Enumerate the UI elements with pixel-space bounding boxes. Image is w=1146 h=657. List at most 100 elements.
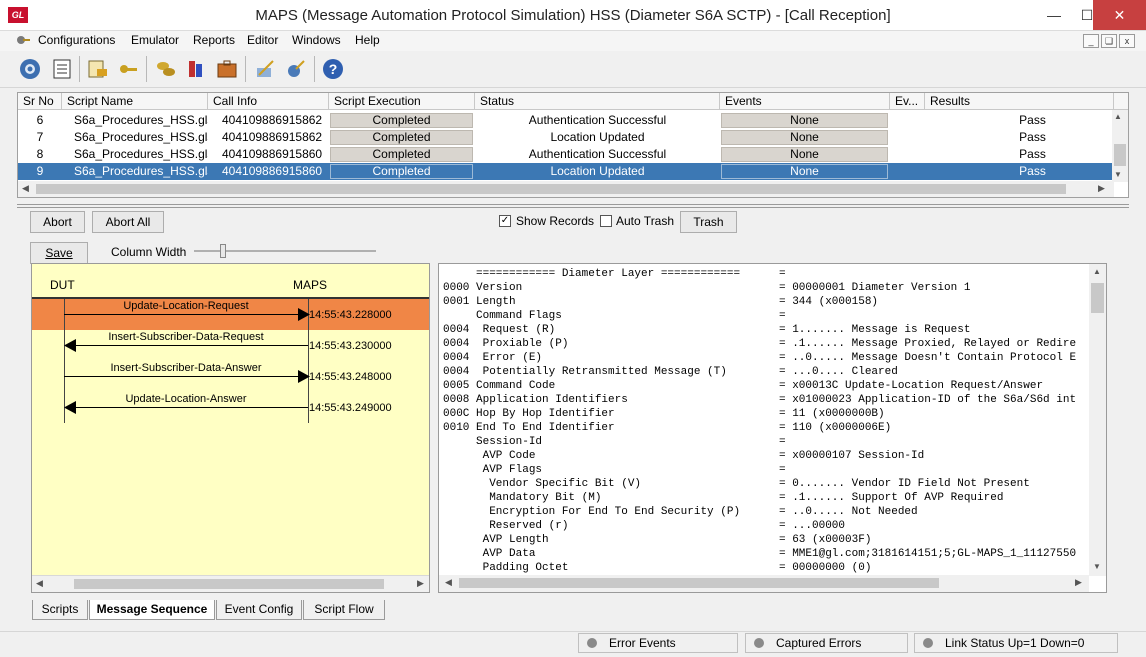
decode-line[interactable]: 0010 End To End Identifier = 110 (x000000… (443, 422, 891, 436)
decode-line[interactable]: AVP Flags = (443, 464, 786, 478)
cell-sr-no: 6 (36, 113, 44, 127)
menu-windows[interactable]: Windows (292, 33, 341, 47)
menu-reports[interactable]: Reports (193, 33, 235, 47)
cell-script-name: S6a_Procedures_HSS.gls (74, 147, 208, 161)
column-width-slider-thumb[interactable] (220, 244, 226, 258)
menu-editor[interactable]: Editor (247, 33, 278, 47)
scroll-up-icon[interactable]: ▲ (1093, 267, 1101, 276)
decode-line[interactable]: ============ Diameter Layer ============… (443, 268, 786, 282)
auto-trash-checkbox[interactable] (600, 215, 612, 227)
decode-vertical-scrollbar[interactable]: ▲ ▼ (1089, 264, 1106, 576)
decode-line[interactable]: 0008 Application Identifiers = x01000023 … (443, 394, 1076, 408)
cell-events[interactable]: None (721, 113, 888, 128)
database-icon[interactable] (182, 55, 210, 83)
message-label[interactable]: Insert-Subscriber-Data-Request (56, 331, 316, 343)
cell-script-execution[interactable]: Completed (330, 130, 473, 145)
key-icon[interactable] (114, 55, 142, 83)
scroll-right-icon[interactable]: ▶ (1098, 183, 1105, 194)
col-events[interactable]: Events (720, 93, 890, 110)
panel-splitter[interactable] (17, 204, 1129, 208)
notepad-icon[interactable] (48, 55, 76, 83)
col-script-execution[interactable]: Script Execution (329, 93, 475, 110)
decode-line[interactable]: AVP Code = x00000107 Session-Id (443, 450, 925, 464)
close-button[interactable]: ✕ (1093, 0, 1146, 30)
sequence-horizontal-scrollbar[interactable]: ◀ ▶ (32, 575, 429, 592)
decode-line[interactable]: Encryption For End To End Security (P) = … (443, 506, 917, 520)
col-sr-no[interactable]: Sr No (18, 93, 62, 110)
wand-icon[interactable] (251, 55, 279, 83)
cell-script-execution[interactable]: Completed (330, 113, 473, 128)
cell-events[interactable]: None (721, 147, 888, 162)
tab-event-config[interactable]: Event Config (216, 600, 302, 620)
child-restore-button[interactable]: ❏ (1101, 34, 1117, 48)
tab-scripts[interactable]: Scripts (32, 600, 88, 620)
col-script-name[interactable]: Script Name (62, 93, 208, 110)
trash-button[interactable]: Trash (680, 211, 737, 233)
menu-configurations[interactable]: Configurations (38, 33, 115, 47)
decode-line[interactable]: AVP Length = 63 (x00003F) (443, 534, 872, 548)
table-row[interactable]: 6 S6a_Procedures_HSS.gls 404109886915862… (18, 112, 1114, 129)
table-row[interactable]: 8 S6a_Procedures_HSS.gls 404109886915860… (18, 146, 1114, 163)
scroll-left-icon[interactable]: ◀ (22, 183, 29, 194)
decode-line[interactable]: 0005 Command Code = x00013C Update-Locati… (443, 380, 1043, 394)
briefcase-icon[interactable] (213, 55, 241, 83)
help-icon[interactable]: ? (319, 55, 347, 83)
gear-icon[interactable] (16, 55, 44, 83)
decode-line[interactable]: 0001 Length = 344 (x000158) (443, 296, 878, 310)
abort-button[interactable]: Abort (30, 211, 85, 233)
decode-line[interactable]: Command Flags = (443, 310, 786, 324)
message-label[interactable]: Update-Location-Request (56, 300, 316, 312)
link-status: Link Status Up=1 Down=0 (914, 633, 1118, 653)
decode-horizontal-scrollbar[interactable]: ◀ ▶ (439, 575, 1089, 592)
cell-script-execution[interactable]: Completed (330, 164, 473, 179)
decode-line[interactable]: Vendor Specific Bit (V) = 0....... Vendor… (443, 478, 1030, 492)
table-horizontal-scrollbar[interactable]: ◀ ▶ (18, 181, 1114, 197)
menu-emulator[interactable]: Emulator (131, 33, 179, 47)
show-records-checkbox[interactable]: ✓ (499, 215, 511, 227)
child-minimize-button[interactable]: _ (1083, 34, 1099, 48)
scroll-left-icon[interactable]: ◀ (445, 577, 452, 588)
scroll-down-icon[interactable]: ▼ (1114, 170, 1122, 179)
table-row-selected[interactable]: 9 S6a_Procedures_HSS.gls 404109886915860… (18, 163, 1114, 180)
abort-all-button[interactable]: Abort All (92, 211, 164, 233)
tab-message-sequence[interactable]: Message Sequence (89, 600, 215, 620)
decode-line[interactable]: Mandatory Bit (M) = .1...... Support Of A… (443, 492, 1003, 506)
col-ev[interactable]: Ev... (890, 93, 925, 110)
child-close-button[interactable]: x (1119, 34, 1135, 48)
col-call-info[interactable]: Call Info (208, 93, 329, 110)
scroll-right-icon[interactable]: ▶ (417, 578, 424, 589)
decode-line[interactable]: AVP Data = MME1@gl.com;3181614151;5;GL-MA… (443, 548, 1076, 562)
coins-icon[interactable] (152, 55, 180, 83)
decode-line[interactable]: 0004 Error (E) = ..0..... Message Doesn't… (443, 352, 1076, 366)
decode-line[interactable]: 0004 Proxiable (P) = .1...... Message Pro… (443, 338, 1076, 352)
error-events-status[interactable]: Error Events (578, 633, 738, 653)
scroll-down-icon[interactable]: ▼ (1093, 562, 1101, 571)
cell-events[interactable]: None (721, 164, 888, 179)
decode-line[interactable]: 0004 Request (R) = 1....... Message is Re… (443, 324, 970, 338)
decode-line[interactable]: 0004 Potentially Retransmitted Message (… (443, 366, 898, 380)
satellite-icon[interactable] (282, 55, 310, 83)
col-results[interactable]: Results (925, 93, 1114, 110)
scroll-right-icon[interactable]: ▶ (1075, 577, 1082, 588)
script-edit-icon[interactable] (84, 55, 112, 83)
captured-errors-status[interactable]: Captured Errors (745, 633, 908, 653)
scroll-left-icon[interactable]: ◀ (36, 578, 43, 589)
message-label[interactable]: Update-Location-Answer (56, 393, 316, 405)
cell-events[interactable]: None (721, 130, 888, 145)
save-button[interactable]: Save (30, 242, 88, 264)
tab-script-flow[interactable]: Script Flow (303, 600, 385, 620)
decode-line[interactable]: Padding Octet = 00000000 (0) (443, 562, 872, 576)
menu-help[interactable]: Help (355, 33, 380, 47)
system-menu-icon[interactable] (16, 34, 30, 46)
decode-line[interactable]: 0000 Version = 00000001 Diameter Version … (443, 282, 970, 296)
cell-result: Pass (1019, 113, 1046, 127)
decode-line[interactable]: Reserved (r) = ...00000 (443, 520, 845, 534)
table-vertical-scrollbar[interactable]: ▲ ▼ (1112, 110, 1128, 182)
scroll-up-icon[interactable]: ▲ (1114, 112, 1122, 121)
cell-script-execution[interactable]: Completed (330, 147, 473, 162)
col-status[interactable]: Status (475, 93, 720, 110)
table-row[interactable]: 7 S6a_Procedures_HSS.gls 404109886915862… (18, 129, 1114, 146)
message-label[interactable]: Insert-Subscriber-Data-Answer (56, 362, 316, 374)
decode-line[interactable]: 000C Hop By Hop Identifier = 11 (x0000000… (443, 408, 885, 422)
decode-line[interactable]: Session-Id = (443, 436, 786, 450)
